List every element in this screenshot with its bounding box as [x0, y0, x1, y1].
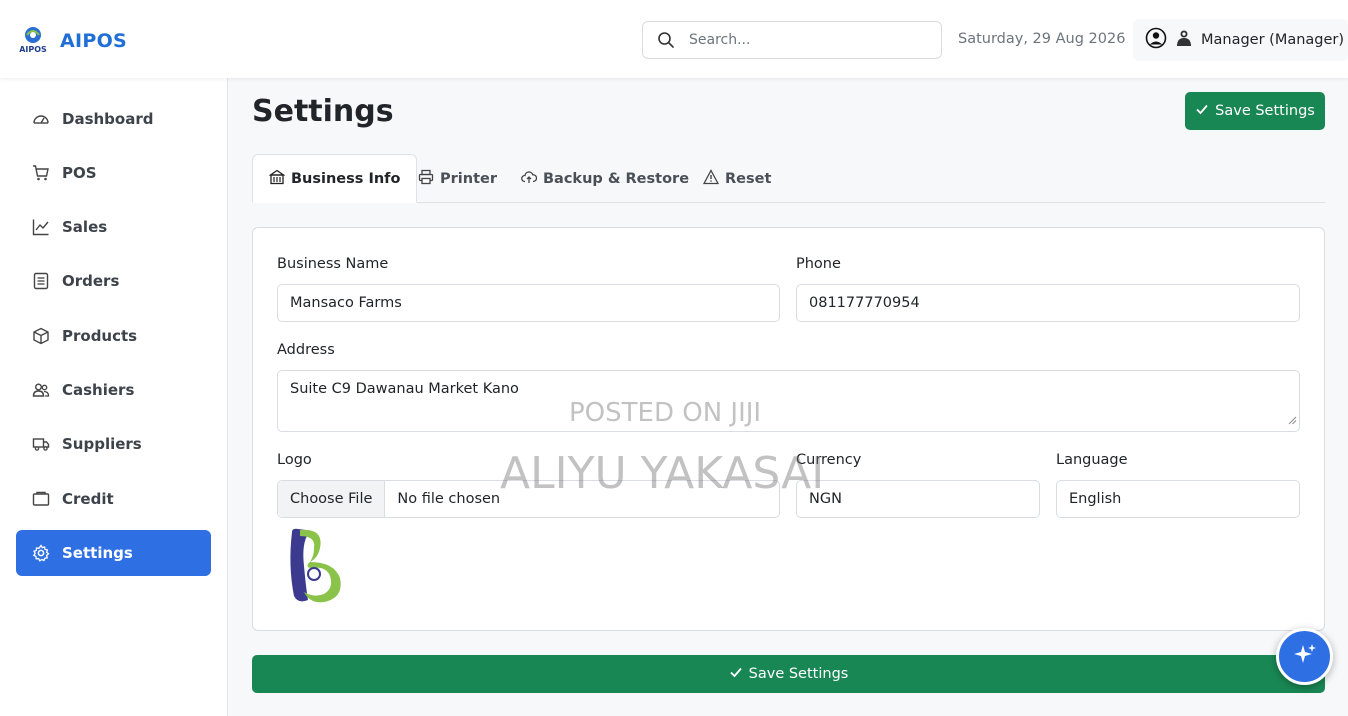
- search-box[interactable]: [642, 21, 942, 59]
- sidebar-item-credit[interactable]: Credit: [16, 476, 211, 522]
- wallet-icon: [32, 490, 50, 508]
- sidebar-item-pos[interactable]: POS: [16, 150, 211, 196]
- chart-line-icon: [32, 218, 50, 236]
- sparkle-icon: [1292, 642, 1318, 672]
- tab-label: Printer: [440, 170, 497, 187]
- tab-label: Business Info: [291, 170, 401, 187]
- box-icon: [32, 327, 50, 345]
- tab-label: Reset: [725, 170, 772, 187]
- sidebar-item-orders[interactable]: Orders: [16, 258, 211, 304]
- logo-label: Logo: [277, 452, 312, 468]
- business-name-input[interactable]: Mansaco Farms: [277, 284, 780, 322]
- business-name-label: Business Name: [277, 256, 389, 272]
- tab-backup-restore[interactable]: Backup & Restore: [521, 154, 689, 203]
- user-name: Manager (Manager): [1201, 32, 1345, 48]
- tab-business-info[interactable]: Business Info: [252, 154, 418, 203]
- warning-icon: [702, 168, 720, 189]
- business-logo-preview: [284, 526, 348, 606]
- file-status: No file chosen: [397, 491, 501, 507]
- phone-label: Phone: [796, 256, 841, 272]
- building-icon: [268, 169, 286, 189]
- currency-input[interactable]: NGN: [796, 480, 1040, 518]
- user-person-icon: [1175, 29, 1193, 51]
- check-icon: [729, 665, 743, 683]
- brand-logo-text: AIPOS: [19, 45, 47, 54]
- sidebar-item-label: Suppliers: [62, 435, 142, 453]
- user-circle-icon: [1145, 27, 1167, 53]
- currency-label: Currency: [796, 452, 862, 468]
- sidebar-item-settings[interactable]: Settings: [16, 530, 211, 576]
- choose-file-button[interactable]: Choose File: [278, 481, 386, 517]
- gear-icon: [32, 544, 50, 562]
- people-icon: [32, 381, 50, 399]
- tab-reset[interactable]: Reset: [702, 154, 772, 203]
- brand-logo: AIPOS: [16, 24, 50, 58]
- sidebar: Dashboard POS Sales Orders Products Cash…: [0, 78, 228, 716]
- language-input[interactable]: English: [1056, 480, 1300, 518]
- sidebar-item-label: Settings: [62, 544, 133, 562]
- search-icon: [643, 31, 689, 49]
- sidebar-item-label: POS: [62, 164, 97, 182]
- tab-label: Backup & Restore: [543, 170, 690, 187]
- save-settings-button-top[interactable]: Save Settings: [1185, 92, 1325, 130]
- app-name: AIPOS: [60, 30, 128, 52]
- brand[interactable]: AIPOS AIPOS: [16, 24, 127, 58]
- tab-printer[interactable]: Printer: [418, 154, 497, 203]
- sidebar-item-sales[interactable]: Sales: [16, 204, 211, 250]
- phone-value: 081177770954: [809, 295, 920, 311]
- phone-input[interactable]: 081177770954: [796, 284, 1300, 322]
- search-input[interactable]: [689, 32, 919, 48]
- sidebar-item-dashboard[interactable]: Dashboard: [16, 96, 211, 142]
- sidebar-item-label: Credit: [62, 490, 114, 508]
- list-icon: [32, 272, 50, 290]
- current-date: Saturday, 29 Aug 2026: [958, 31, 1126, 47]
- language-value: English: [1069, 491, 1122, 507]
- sidebar-item-label: Products: [62, 327, 138, 345]
- page-title: Settings: [252, 94, 394, 129]
- currency-value: NGN: [809, 491, 842, 507]
- truck-icon: [32, 435, 50, 453]
- language-label: Language: [1056, 452, 1128, 468]
- dashboard-icon: [32, 110, 50, 128]
- save-settings-label: Save Settings: [748, 666, 849, 682]
- save-settings-label: Save Settings: [1215, 103, 1315, 119]
- top-header: AIPOS AIPOS Saturday, 29 Aug 2026 Manage…: [0, 0, 1348, 78]
- user-menu[interactable]: Manager (Manager): [1133, 19, 1348, 61]
- resize-handle-icon[interactable]: [1287, 413, 1297, 429]
- sidebar-item-label: Dashboard: [62, 110, 154, 128]
- sidebar-item-suppliers[interactable]: Suppliers: [16, 421, 211, 467]
- sidebar-item-label: Sales: [62, 218, 108, 236]
- settings-tabs: Business Info Printer Backup & Restore R…: [252, 154, 1325, 203]
- address-textarea[interactable]: Suite C9 Dawanau Market Kano: [277, 370, 1300, 432]
- business-name-value: Mansaco Farms: [290, 295, 402, 311]
- sidebar-item-label: Cashiers: [62, 381, 135, 399]
- sidebar-item-products[interactable]: Products: [16, 313, 211, 359]
- sidebar-item-label: Orders: [62, 272, 120, 290]
- ai-assistant-button[interactable]: [1276, 628, 1333, 685]
- printer-icon: [418, 169, 434, 189]
- sidebar-item-cashiers[interactable]: Cashiers: [16, 367, 211, 413]
- address-label: Address: [277, 342, 335, 358]
- save-settings-button-bottom[interactable]: Save Settings: [252, 655, 1325, 693]
- cloud-upload-icon: [521, 169, 538, 189]
- check-icon: [1195, 102, 1209, 120]
- logo-file-input[interactable]: Choose File No file chosen: [277, 480, 780, 518]
- cart-icon: [32, 164, 50, 182]
- address-value: Suite C9 Dawanau Market Kano: [290, 381, 519, 397]
